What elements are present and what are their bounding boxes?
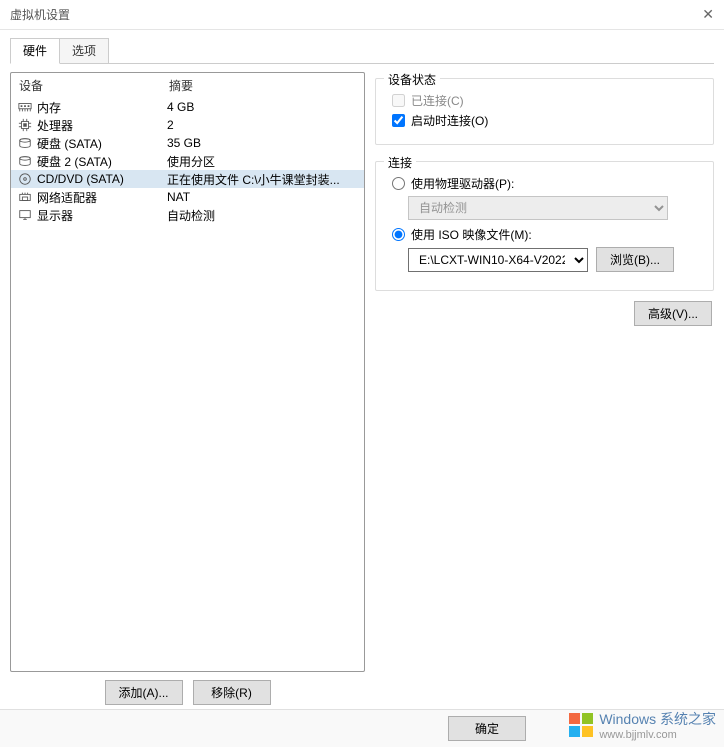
list-row[interactable]: 处理器2 xyxy=(11,116,364,134)
list-row[interactable]: 内存4 GB xyxy=(11,98,364,116)
list-row[interactable]: 硬盘 2 (SATA)使用分区 xyxy=(11,152,364,170)
device-summary: NAT xyxy=(167,190,358,204)
right-panel: 设备状态 已连接(C) 启动时连接(O) 连接 使用物理驱动器(P): 自动检测 xyxy=(375,72,714,705)
device-summary: 自动检测 xyxy=(167,207,358,224)
use-iso-radio[interactable] xyxy=(392,228,405,241)
use-physical-label: 使用物理驱动器(P): xyxy=(411,175,514,192)
device-name: 显示器 xyxy=(37,207,167,224)
use-physical-radio[interactable] xyxy=(392,177,405,190)
use-iso-radio-row[interactable]: 使用 ISO 映像文件(M): xyxy=(392,226,703,243)
cd-icon xyxy=(17,171,33,187)
left-buttons: 添加(A)... 移除(R) xyxy=(10,680,365,705)
list-row[interactable]: 网络适配器NAT xyxy=(11,188,364,206)
left-panel: 设备 摘要 内存4 GB处理器2硬盘 (SATA)35 GB硬盘 2 (SATA… xyxy=(10,72,365,705)
window-title: 虚拟机设置 xyxy=(10,6,70,23)
physical-combo-wrap: 自动检测 xyxy=(408,196,703,220)
connect-on-checkbox[interactable] xyxy=(392,114,405,127)
tab-options[interactable]: 选项 xyxy=(59,38,109,63)
device-name: 处理器 xyxy=(37,117,167,134)
connect-on-checkbox-row[interactable]: 启动时连接(O) xyxy=(392,112,703,129)
connected-checkbox-row[interactable]: 已连接(C) xyxy=(392,92,703,109)
header-device: 设备 xyxy=(19,77,169,94)
header-summary: 摘要 xyxy=(169,77,356,94)
browse-button[interactable]: 浏览(B)... xyxy=(596,247,674,272)
tabs-container: 硬件 选项 xyxy=(0,30,724,64)
list-row[interactable]: 显示器自动检测 xyxy=(11,206,364,224)
footer: 确定 xyxy=(0,709,724,747)
connected-checkbox[interactable] xyxy=(392,94,405,107)
connection-title: 连接 xyxy=(384,154,416,171)
device-summary: 使用分区 xyxy=(167,153,358,170)
connect-on-label: 启动时连接(O) xyxy=(411,112,488,129)
device-summary: 35 GB xyxy=(167,136,358,150)
device-status-group: 设备状态 已连接(C) 启动时连接(O) xyxy=(375,78,714,145)
list-header: 设备 摘要 xyxy=(11,73,364,98)
remove-button[interactable]: 移除(R) xyxy=(193,680,271,705)
titlebar: 虚拟机设置 ✕ xyxy=(0,0,724,30)
close-icon[interactable]: ✕ xyxy=(702,6,714,23)
list-row[interactable]: CD/DVD (SATA)正在使用文件 C:\小牛课堂封装... xyxy=(11,170,364,188)
device-name: 硬盘 2 (SATA) xyxy=(37,153,167,170)
device-name: 网络适配器 xyxy=(37,189,167,206)
cpu-icon xyxy=(17,117,33,133)
ok-button[interactable]: 确定 xyxy=(448,716,526,741)
use-iso-label: 使用 ISO 映像文件(M): xyxy=(411,226,532,243)
content-area: 设备 摘要 内存4 GB处理器2硬盘 (SATA)35 GB硬盘 2 (SATA… xyxy=(0,64,724,715)
device-list: 设备 摘要 内存4 GB处理器2硬盘 (SATA)35 GB硬盘 2 (SATA… xyxy=(10,72,365,672)
tab-hardware[interactable]: 硬件 xyxy=(10,38,60,64)
net-icon xyxy=(17,189,33,205)
memory-icon xyxy=(17,99,33,115)
iso-combo-wrap: E:\LCXT-WIN10-X64-V2022. 浏览(B)... xyxy=(408,247,703,272)
display-icon xyxy=(17,207,33,223)
list-body: 内存4 GB处理器2硬盘 (SATA)35 GB硬盘 2 (SATA)使用分区C… xyxy=(11,98,364,224)
device-name: 内存 xyxy=(37,99,167,116)
disk-icon xyxy=(17,135,33,151)
device-name: CD/DVD (SATA) xyxy=(37,172,167,186)
advanced-button[interactable]: 高级(V)... xyxy=(634,301,712,326)
device-status-title: 设备状态 xyxy=(384,71,440,88)
iso-path-select[interactable]: E:\LCXT-WIN10-X64-V2022. xyxy=(408,248,588,272)
tab-bar: 硬件 选项 xyxy=(10,38,714,64)
connected-label: 已连接(C) xyxy=(411,92,464,109)
advanced-row: 高级(V)... xyxy=(375,301,714,326)
connection-group: 连接 使用物理驱动器(P): 自动检测 使用 ISO 映像文件(M): E:\L… xyxy=(375,161,714,291)
device-summary: 2 xyxy=(167,118,358,132)
device-summary: 正在使用文件 C:\小牛课堂封装... xyxy=(167,171,358,188)
physical-drive-select[interactable]: 自动检测 xyxy=(408,196,668,220)
list-row[interactable]: 硬盘 (SATA)35 GB xyxy=(11,134,364,152)
add-button[interactable]: 添加(A)... xyxy=(105,680,183,705)
device-summary: 4 GB xyxy=(167,100,358,114)
device-name: 硬盘 (SATA) xyxy=(37,135,167,152)
disk-icon xyxy=(17,153,33,169)
use-physical-radio-row[interactable]: 使用物理驱动器(P): xyxy=(392,175,703,192)
